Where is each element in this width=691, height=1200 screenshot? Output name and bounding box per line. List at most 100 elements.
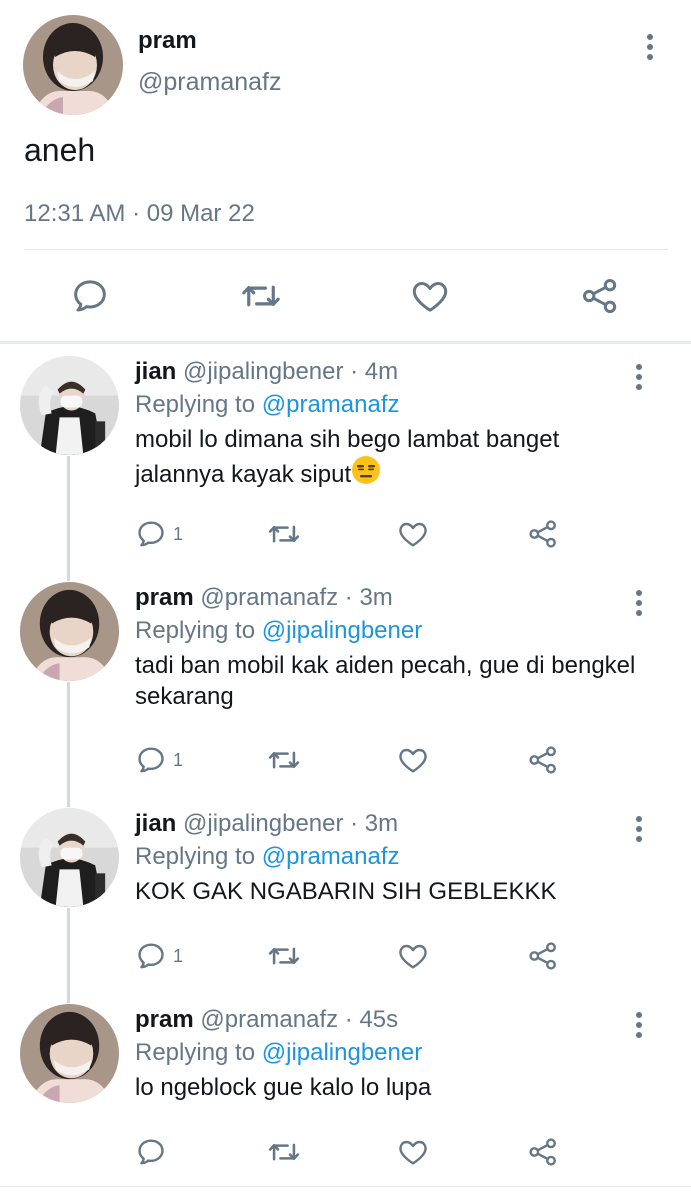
- replying-label: Replying to: [135, 843, 256, 870]
- reply-icon: [135, 940, 167, 972]
- kebab-icon[interactable]: [629, 812, 649, 846]
- reply-tweet[interactable]: pram @pramanafz · 45s Replying to @jipal…: [0, 992, 691, 1186]
- avatar-photo: [20, 582, 119, 681]
- retweet-button[interactable]: [267, 1132, 301, 1172]
- display-name[interactable]: pram: [138, 27, 197, 55]
- reply-tweet[interactable]: jian @jipalingbener · 4m Replying to @pr…: [0, 344, 691, 570]
- reply-text: tadi ban mobil kak aiden pecah, gue di b…: [135, 652, 636, 710]
- reply-actions: 1: [0, 740, 691, 780]
- replying-to: Replying to @jipalingbener: [135, 617, 422, 645]
- kebab-icon[interactable]: [629, 1008, 649, 1042]
- display-name[interactable]: pram: [135, 584, 194, 611]
- mention-link[interactable]: @pramanafz: [262, 843, 400, 870]
- share-icon: [527, 744, 559, 776]
- username-time[interactable]: @pramanafz · 45s: [200, 1006, 398, 1033]
- reply-icon: [135, 518, 167, 550]
- avatar-photo: [20, 1004, 119, 1103]
- like-icon: [397, 1136, 429, 1168]
- reply-header: pram @pramanafz · 3m: [135, 584, 393, 612]
- display-name[interactable]: jian: [135, 358, 176, 385]
- divider: [0, 1186, 691, 1187]
- mention-link[interactable]: @jipalingbener: [262, 617, 422, 644]
- like-button[interactable]: [405, 271, 455, 321]
- tweet-actions: [0, 262, 691, 332]
- retweet-icon: [267, 743, 301, 777]
- kebab-icon[interactable]: [629, 360, 649, 394]
- replying-label: Replying to: [135, 617, 256, 644]
- tweet-text: aneh: [24, 132, 96, 168]
- reply-header: jian @jipalingbener · 4m: [135, 358, 398, 386]
- reply-button[interactable]: 1: [135, 740, 183, 780]
- share-button[interactable]: [527, 740, 559, 780]
- main-tweet: pram @pramanafz aneh 12:31 AM · 09 Mar 2…: [0, 0, 691, 344]
- divider: [24, 249, 668, 250]
- share-icon: [527, 940, 559, 972]
- replying-to: Replying to @jipalingbener: [135, 1039, 422, 1067]
- avatar-photo: [20, 808, 119, 907]
- reply-count: 1: [173, 749, 184, 770]
- like-icon: [397, 518, 429, 550]
- reply-tweet[interactable]: pram @pramanafz · 3m Replying to @jipali…: [0, 570, 691, 796]
- retweet-button[interactable]: [236, 271, 286, 321]
- avatar-photo: [23, 15, 123, 115]
- retweet-icon: [267, 517, 301, 551]
- retweet-button[interactable]: [267, 936, 301, 976]
- reply-icon: [70, 276, 110, 316]
- username[interactable]: @pramanafz: [138, 68, 282, 97]
- retweet-button[interactable]: [267, 514, 301, 554]
- replying-label: Replying to: [135, 1039, 256, 1066]
- share-icon: [580, 276, 620, 316]
- reply-count: 1: [173, 945, 184, 966]
- username-time[interactable]: @pramanafz · 3m: [200, 584, 392, 611]
- replying-to: Replying to @pramanafz: [135, 391, 400, 419]
- reply-text: mobil lo dimana sih bego lambat banget j…: [135, 426, 560, 488]
- expressionless-face-emoji: [352, 456, 381, 484]
- share-button[interactable]: [527, 936, 559, 976]
- like-button[interactable]: [397, 514, 429, 554]
- kebab-icon[interactable]: [640, 30, 660, 64]
- mention-link[interactable]: @pramanafz: [262, 391, 400, 418]
- avatar[interactable]: [20, 808, 119, 907]
- mention-link[interactable]: @jipalingbener: [262, 1039, 422, 1066]
- reply-count: 1: [173, 523, 184, 544]
- reply-actions: [0, 1132, 691, 1172]
- retweet-icon: [267, 939, 301, 973]
- share-button[interactable]: [575, 271, 625, 321]
- avatar-photo: [20, 356, 119, 455]
- avatar[interactable]: [23, 15, 123, 115]
- reply-actions: 1: [0, 514, 691, 554]
- like-button[interactable]: [397, 936, 429, 976]
- avatar[interactable]: [20, 356, 119, 455]
- username-time[interactable]: @jipalingbener · 4m: [183, 358, 398, 385]
- reply-tweet[interactable]: jian @jipalingbener · 3m Replying to @pr…: [0, 796, 691, 992]
- replying-to: Replying to @pramanafz: [135, 843, 400, 871]
- username-time[interactable]: @jipalingbener · 3m: [183, 810, 398, 837]
- share-icon: [527, 518, 559, 550]
- reply-button[interactable]: 1: [135, 514, 183, 554]
- reply-text-block: mobil lo dimana sih bego lambat banget j…: [135, 424, 655, 490]
- reply-text: lo ngeblock gue kalo lo lupa: [135, 1074, 432, 1101]
- reply-actions: 1: [0, 936, 691, 976]
- retweet-icon: [240, 275, 282, 317]
- display-name[interactable]: jian: [135, 810, 176, 837]
- like-button[interactable]: [397, 1132, 429, 1172]
- reply-icon: [135, 1136, 167, 1168]
- reply-button[interactable]: [65, 271, 115, 321]
- reply-header: pram @pramanafz · 45s: [135, 1006, 398, 1034]
- reply-text: KOK GAK NGABARIN SIH GEBLEKKK: [135, 878, 557, 905]
- share-icon: [527, 1136, 559, 1168]
- share-button[interactable]: [527, 1132, 559, 1172]
- avatar[interactable]: [20, 582, 119, 681]
- like-button[interactable]: [397, 740, 429, 780]
- avatar[interactable]: [20, 1004, 119, 1103]
- share-button[interactable]: [527, 514, 559, 554]
- like-icon: [410, 276, 450, 316]
- retweet-icon: [267, 1135, 301, 1169]
- kebab-icon[interactable]: [629, 586, 649, 620]
- retweet-button[interactable]: [267, 740, 301, 780]
- reply-button[interactable]: [135, 1132, 173, 1172]
- like-icon: [397, 744, 429, 776]
- reply-button[interactable]: 1: [135, 936, 183, 976]
- replying-label: Replying to: [135, 391, 256, 418]
- display-name[interactable]: pram: [135, 1006, 194, 1033]
